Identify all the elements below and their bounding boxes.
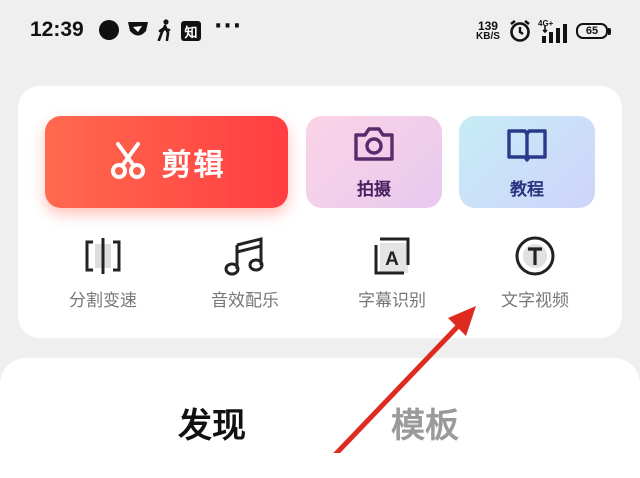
network-speed: 139 KB/S: [476, 20, 500, 42]
book-icon: [505, 125, 549, 167]
status-time: 12:39: [30, 18, 84, 41]
tool-subtitle-recognition-label: 字幕识别: [358, 291, 426, 311]
camera-icon: [352, 125, 396, 167]
battery-tip: [608, 28, 611, 35]
edit-button[interactable]: 剪辑: [45, 116, 288, 208]
tutorial-button[interactable]: 教程: [459, 116, 595, 208]
shoot-button-label: 拍摄: [357, 179, 391, 200]
tool-sound-music-label: 音效配乐: [211, 291, 279, 311]
text-t-icon: [513, 234, 557, 278]
scissors-icon: [108, 140, 148, 184]
tool-split-speed-label: 分割变速: [69, 291, 137, 311]
svg-text:A: A: [385, 249, 399, 270]
shoot-button[interactable]: 拍摄: [306, 116, 442, 208]
tool-split-speed[interactable]: 分割变速: [38, 234, 168, 311]
tab-discover[interactable]: 发现: [178, 398, 246, 447]
tool-text-video-label: 文字视频: [501, 291, 569, 311]
split-speed-icon: [81, 234, 125, 278]
tools-card: 剪辑 拍摄 教程 分割变速 音效配乐 A 字幕识别 文字视频: [18, 86, 622, 338]
tool-sound-music[interactable]: 音效配乐: [180, 234, 310, 311]
tutorial-button-label: 教程: [510, 179, 544, 200]
tool-text-video[interactable]: 文字视频: [470, 234, 600, 311]
subtitle-a-icon: A: [370, 234, 414, 278]
alarm-clock-icon: [508, 19, 532, 42]
shield-bird-icon: [126, 19, 150, 41]
cell-signal-icon: [540, 22, 570, 44]
zhihu-badge-icon: 知: [181, 21, 201, 41]
battery-indicator: 65: [576, 23, 608, 39]
chat-bubble-icon: [98, 19, 120, 41]
tool-subtitle-recognition[interactable]: A 字幕识别: [327, 234, 457, 311]
music-note-icon: [223, 234, 267, 278]
more-dots-icon: ···: [214, 14, 243, 39]
walking-person-icon: [155, 19, 175, 41]
feed-panel: [0, 358, 640, 478]
tab-template[interactable]: 模板: [391, 398, 459, 447]
edit-button-label: 剪辑: [161, 148, 226, 183]
status-bar: 12:39 知 ··· 139 KB/S 4G+ 65: [0, 0, 640, 64]
network-speed-unit: KB/S: [476, 31, 500, 42]
